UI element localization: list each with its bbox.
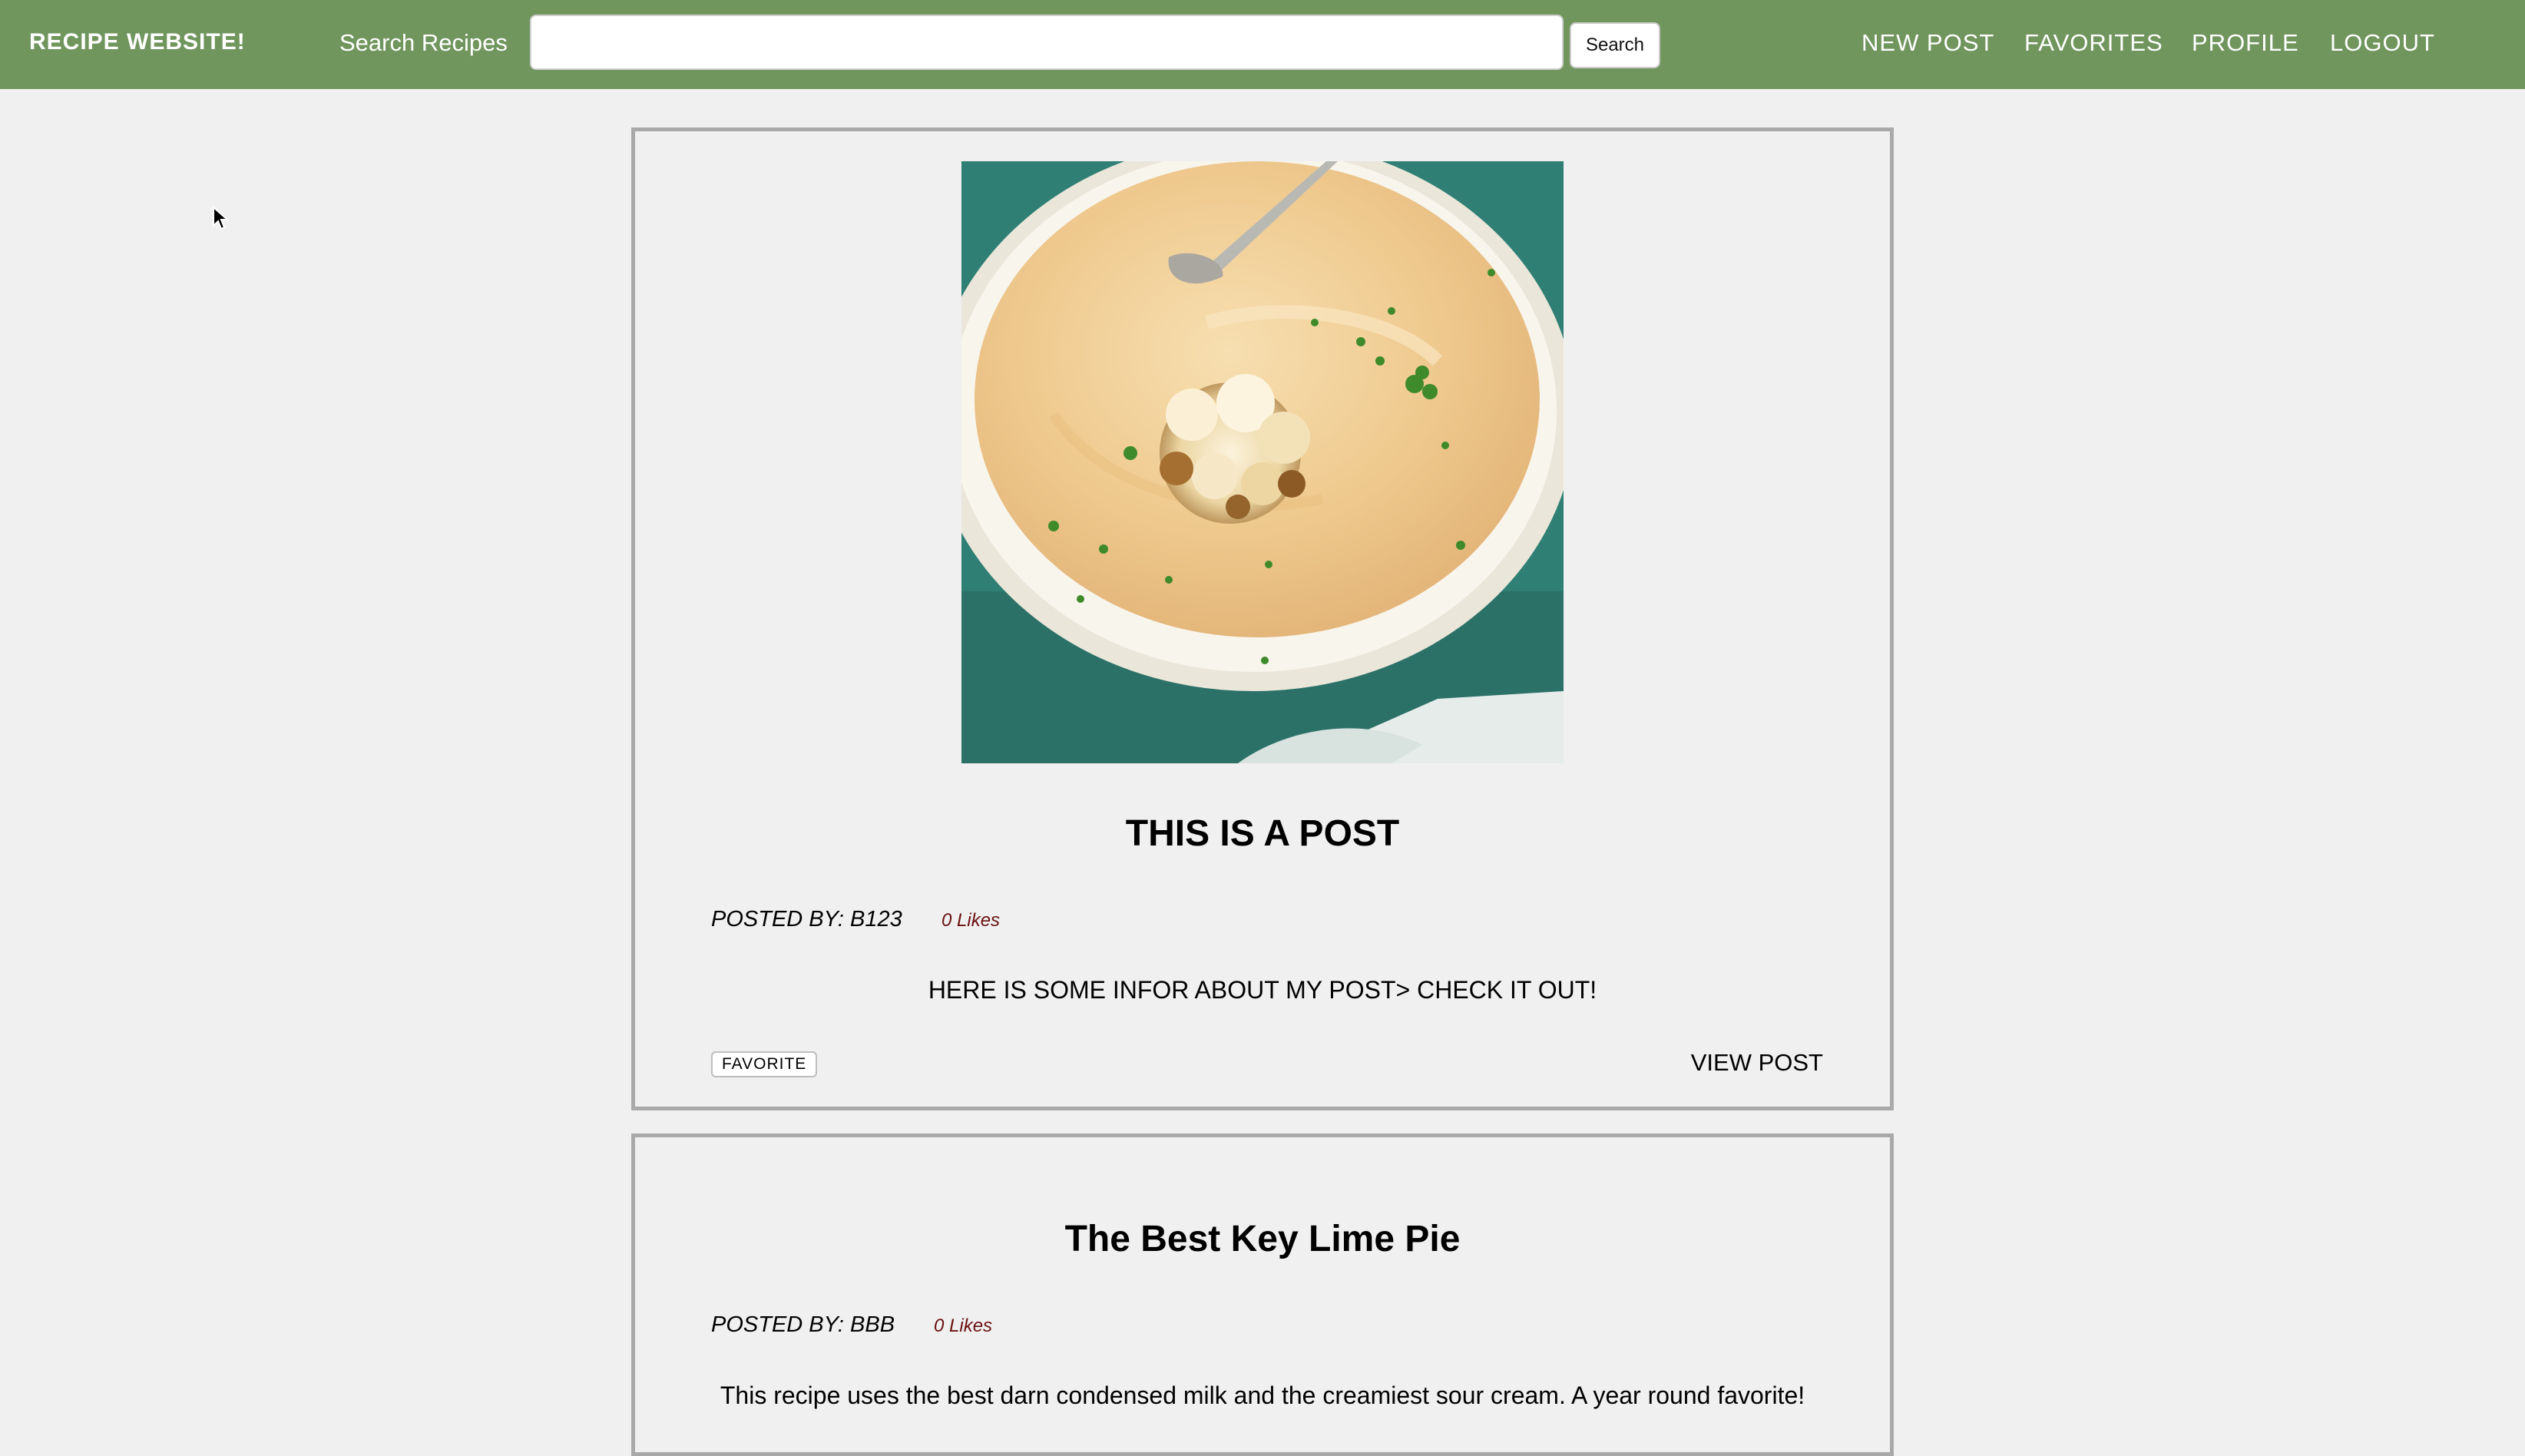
post-title: THIS IS A POST — [1125, 813, 1400, 854]
likes-count: 0 Likes — [934, 1315, 993, 1336]
post-description: This recipe uses the best darn condensed… — [720, 1382, 1805, 1409]
search-button[interactable]: Search — [1570, 22, 1660, 68]
nav-new-post[interactable]: NEW POST — [1861, 29, 1994, 57]
posted-by: POSTED BY: B123 — [711, 907, 902, 932]
nav-profile[interactable]: PROFILE — [2192, 29, 2299, 57]
post-title: The Best Key Lime Pie — [1064, 1219, 1461, 1259]
view-post-link[interactable]: VIEW POST — [1691, 1049, 1823, 1077]
mouse-cursor-icon — [213, 206, 229, 230]
search-label: Search Recipes — [339, 29, 508, 56]
site-brand[interactable]: RECIPE WEBSITE! — [29, 29, 246, 55]
post-description: HERE IS SOME INFOR ABOUT MY POST> CHECK … — [928, 976, 1597, 1004]
favorite-button[interactable]: FAVORITE — [711, 1051, 818, 1077]
nav-favorites[interactable]: FAVORITES — [2024, 29, 2163, 57]
posted-by: POSTED BY: BBB — [711, 1312, 895, 1337]
likes-count: 0 Likes — [941, 910, 1001, 931]
post-image — [961, 161, 1564, 763]
search-input[interactable] — [530, 15, 1564, 70]
top-navbar: RECIPE WEBSITE! Search Recipes Search NE… — [0, 0, 2525, 89]
nav-logout[interactable]: LOGOUT — [2330, 29, 2435, 57]
